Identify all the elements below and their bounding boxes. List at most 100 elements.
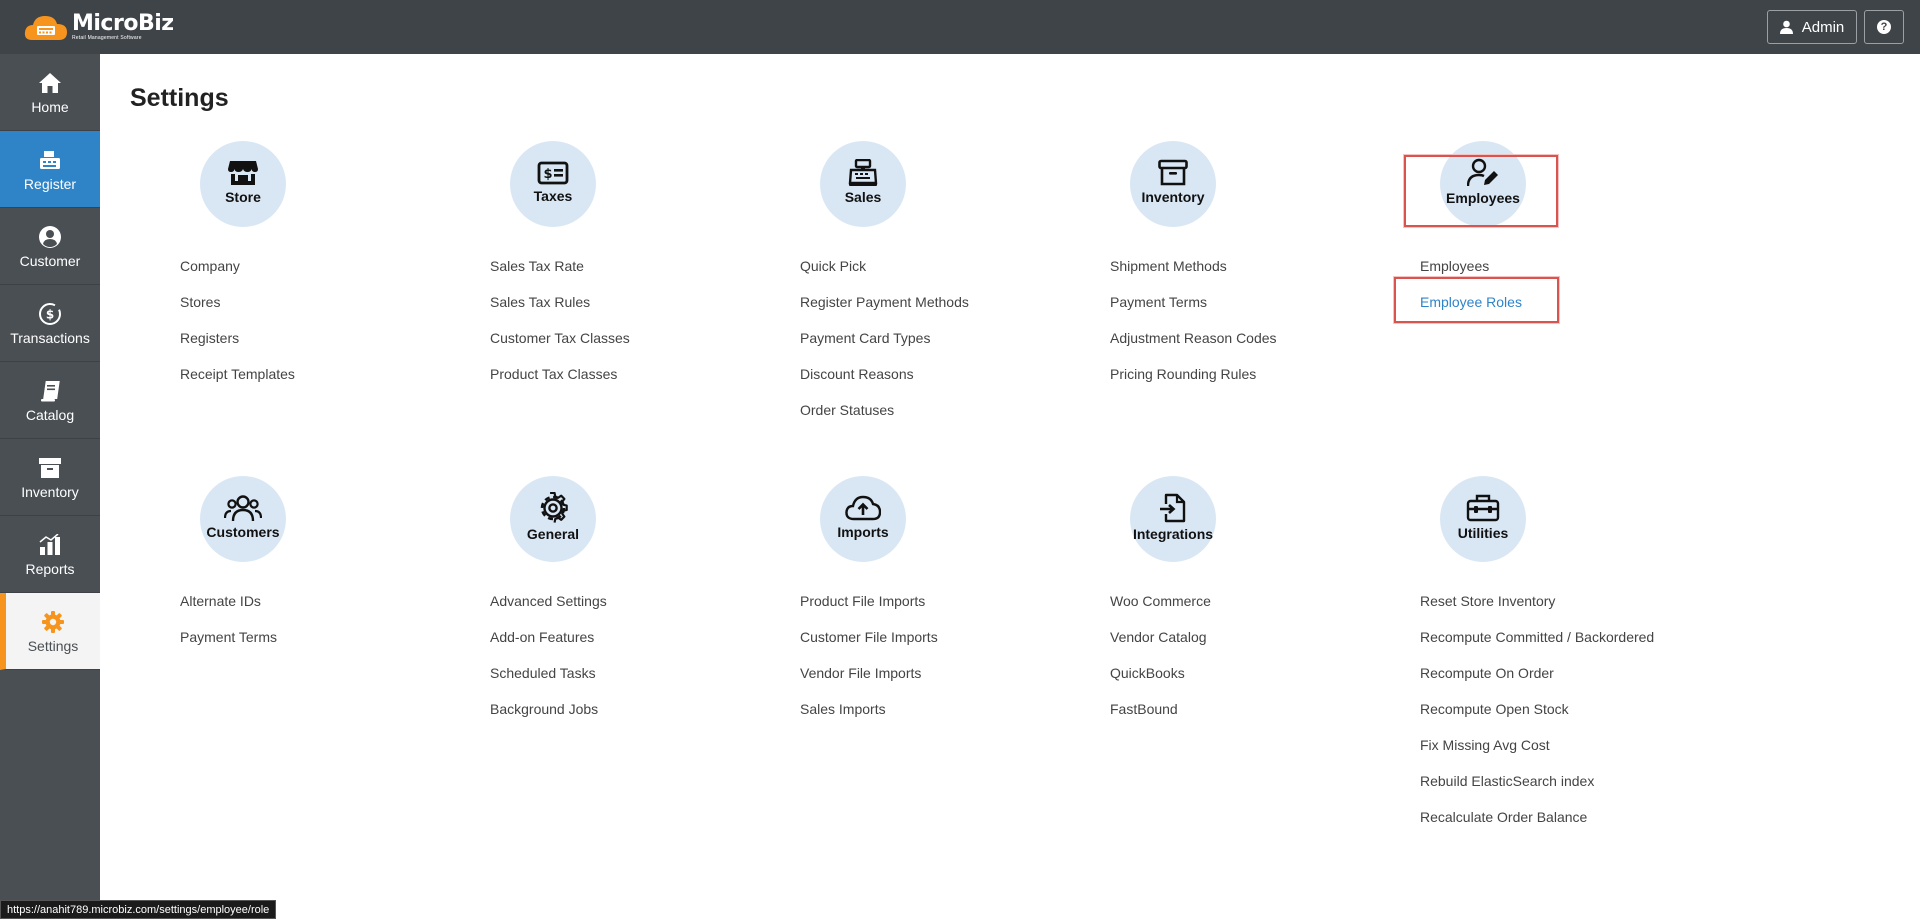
taxes-icon: $ [537, 161, 569, 185]
settings-link-sales-tax-rules[interactable]: Sales Tax Rules [490, 293, 630, 329]
highlight-box-employee-roles-link [1394, 277, 1559, 323]
settings-link-register-payment-methods[interactable]: Register Payment Methods [800, 293, 969, 329]
settings-link-product-file-imports[interactable]: Product File Imports [800, 592, 938, 628]
sidebar-item-customer[interactable]: Customer [0, 208, 100, 285]
section-title: Sales [844, 189, 882, 205]
sidebar-item-label: Settings [27, 637, 79, 654]
customers-group-icon [224, 495, 262, 522]
sidebar-item-label: Customer [19, 252, 81, 269]
highlight-box-employees-badge [1404, 155, 1558, 227]
help-button[interactable]: ? [1864, 10, 1904, 44]
inventory-box-icon [1158, 159, 1188, 186]
settings-link-product-tax-classes[interactable]: Product Tax Classes [490, 365, 630, 401]
settings-link-reset-store-inventory[interactable]: Reset Store Inventory [1420, 592, 1654, 628]
settings-link-advanced-settings[interactable]: Advanced Settings [490, 592, 607, 628]
section-badge: $ Taxes [510, 141, 596, 227]
customer-icon [38, 224, 62, 250]
sidebar-item-reports[interactable]: Reports [0, 516, 100, 593]
settings-link-scheduled-tasks[interactable]: Scheduled Tasks [490, 664, 607, 700]
section-title: General [526, 526, 580, 542]
settings-link-vendor-file-imports[interactable]: Vendor File Imports [800, 664, 938, 700]
section-badge: Integrations [1130, 476, 1216, 562]
section-badge: Utilities [1440, 476, 1526, 562]
settings-link-company[interactable]: Company [180, 257, 295, 293]
settings-link-sales-tax-rate[interactable]: Sales Tax Rate [490, 257, 630, 293]
help-icon: ? [1877, 20, 1891, 34]
settings-link-stores[interactable]: Stores [180, 293, 295, 329]
settings-link-order-statuses[interactable]: Order Statuses [800, 401, 969, 437]
top-bar: MicroBiz Retail Management Software Admi… [0, 0, 1920, 54]
settings-link-customer-file-imports[interactable]: Customer File Imports [800, 628, 938, 664]
settings-link-customer-tax-classes[interactable]: Customer Tax Classes [490, 329, 630, 365]
settings-link-recompute-on-order[interactable]: Recompute On Order [1420, 664, 1654, 700]
settings-link-customer-payment-terms[interactable]: Payment Terms [180, 628, 277, 664]
sidebar-item-label: Catalog [25, 406, 75, 423]
settings-link-add-on-features[interactable]: Add-on Features [490, 628, 607, 664]
section-links: Woo Commerce Vendor Catalog QuickBooks F… [1110, 592, 1211, 736]
settings-link-discount-reasons[interactable]: Discount Reasons [800, 365, 969, 401]
settings-link-sales-imports[interactable]: Sales Imports [800, 700, 938, 736]
sidebar-item-register[interactable]: Register [0, 131, 100, 208]
sidebar-item-settings[interactable]: Settings [0, 593, 100, 670]
settings-link-quickbooks[interactable]: QuickBooks [1110, 664, 1211, 700]
svg-text:$: $ [543, 167, 552, 182]
settings-link-pricing-rounding-rules[interactable]: Pricing Rounding Rules [1110, 365, 1277, 401]
app-logo[interactable]: MicroBiz Retail Management Software [24, 8, 174, 46]
settings-link-rebuild-elasticsearch-index[interactable]: Rebuild ElasticSearch index [1420, 772, 1654, 808]
reports-icon [38, 532, 62, 558]
section-links: Reset Store Inventory Recompute Committe… [1420, 592, 1654, 844]
sidebar-item-inventory[interactable]: Inventory [0, 439, 100, 516]
section-badge: Imports [820, 476, 906, 562]
user-icon [1779, 20, 1793, 34]
settings-link-fastbound[interactable]: FastBound [1110, 700, 1211, 736]
section-links: Advanced Settings Add-on Features Schedu… [490, 592, 607, 736]
cloud-upload-icon [845, 495, 881, 521]
sidebar-item-label: Transactions [10, 329, 90, 346]
page-title: Settings [130, 84, 229, 112]
settings-link-alternate-ids[interactable]: Alternate IDs [180, 592, 277, 628]
sales-register-icon [848, 159, 878, 186]
settings-link-recalculate-order-balance[interactable]: Recalculate Order Balance [1420, 808, 1654, 844]
settings-link-adjustment-reason-codes[interactable]: Adjustment Reason Codes [1110, 329, 1277, 365]
settings-link-payment-terms[interactable]: Payment Terms [1110, 293, 1277, 329]
sidebar-nav: Home Register Customer $ Transactions Ca… [0, 54, 100, 919]
inventory-icon [38, 455, 62, 481]
home-icon [38, 70, 62, 96]
section-links: Shipment Methods Payment Terms Adjustmen… [1110, 257, 1277, 401]
cloud-register-logo-icon [24, 16, 67, 40]
app-name: MicroBiz [72, 10, 174, 36]
settings-link-woo-commerce[interactable]: Woo Commerce [1110, 592, 1211, 628]
section-links: Quick Pick Register Payment Methods Paym… [800, 257, 969, 437]
settings-link-background-jobs[interactable]: Background Jobs [490, 700, 607, 736]
section-badge: Customers [200, 476, 286, 562]
user-menu-button[interactable]: Admin [1767, 10, 1857, 44]
settings-link-fix-missing-avg-cost[interactable]: Fix Missing Avg Cost [1420, 736, 1654, 772]
settings-icon [41, 609, 65, 635]
sidebar-item-home[interactable]: Home [0, 54, 100, 131]
settings-link-recompute-open-stock[interactable]: Recompute Open Stock [1420, 700, 1654, 736]
section-links: Product File Imports Customer File Impor… [800, 592, 938, 736]
store-icon [228, 161, 258, 185]
sidebar-item-label: Reports [25, 560, 75, 577]
sidebar-item-catalog[interactable]: Catalog [0, 362, 100, 439]
section-links: Alternate IDs Payment Terms [180, 592, 277, 664]
register-icon [38, 147, 62, 173]
settings-link-vendor-catalog[interactable]: Vendor Catalog [1110, 628, 1211, 664]
section-badge: Inventory [1130, 141, 1216, 227]
settings-link-receipt-templates[interactable]: Receipt Templates [180, 365, 295, 401]
section-title: Imports [837, 524, 889, 540]
section-title: Integrations [1132, 526, 1214, 542]
settings-link-recompute-committed-backordered[interactable]: Recompute Committed / Backordered [1420, 628, 1654, 664]
file-import-icon [1160, 493, 1186, 523]
sidebar-item-label: Home [31, 98, 69, 115]
sidebar-item-transactions[interactable]: $ Transactions [0, 285, 100, 362]
section-title: Inventory [1141, 189, 1205, 205]
settings-link-payment-card-types[interactable]: Payment Card Types [800, 329, 969, 365]
settings-link-registers[interactable]: Registers [180, 329, 295, 365]
section-title: Taxes [533, 188, 573, 204]
status-bar-url: https://anahit789.microbiz.com/settings/… [0, 900, 277, 919]
settings-link-shipment-methods[interactable]: Shipment Methods [1110, 257, 1277, 293]
section-title: Store [225, 189, 261, 205]
settings-link-quick-pick[interactable]: Quick Pick [800, 257, 969, 293]
section-badge: Store [200, 141, 286, 227]
